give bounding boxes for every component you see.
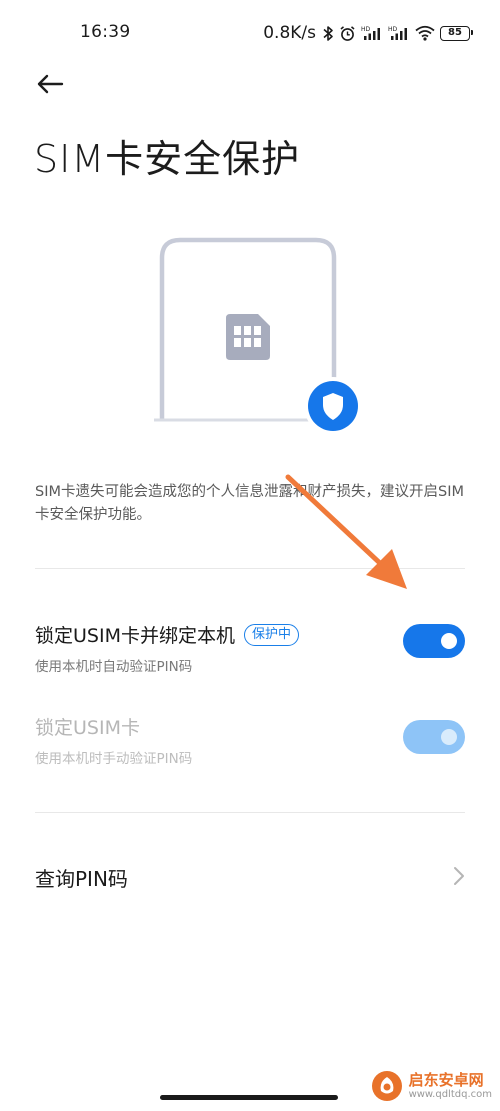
svg-text:HD: HD <box>388 26 398 33</box>
setting-title: 锁定USIM卡并绑定本机 保护中 <box>35 621 299 648</box>
setting-title: 锁定USIM卡 <box>35 713 140 740</box>
bluetooth-icon <box>323 25 334 42</box>
svg-text:HD: HD <box>361 26 371 33</box>
setting-subtitle: 使用本机时自动验证PIN码 <box>35 659 193 675</box>
query-pin-row[interactable]: 查询PIN码 <box>35 848 465 904</box>
toggle-knob <box>441 729 457 745</box>
shield-icon <box>304 377 362 435</box>
sim-card-icon <box>226 314 270 360</box>
status-icons: 0.8K/s HD HD 85 <box>263 21 473 45</box>
signal-hd-icon: HD <box>361 25 383 41</box>
sim-security-screen: 16:39 0.8K/s HD HD 85 SIM卡安全保护 SIM卡遗失可能会… <box>0 0 500 1111</box>
chevron-right-icon <box>453 866 465 890</box>
status-time: 16:39 <box>80 22 131 42</box>
toggle-knob <box>441 633 457 649</box>
watermark-logo-icon <box>371 1071 402 1101</box>
watermark-text: 启东安卓网 www.qdltdq.com <box>408 1070 492 1101</box>
page-title: SIM卡安全保护 <box>34 137 301 181</box>
description-text: SIM卡遗失可能会造成您的个人信息泄露和财产损失，建议开启SIM卡安全保护功能。 <box>35 484 464 523</box>
lock-usim-toggle[interactable] <box>403 720 465 754</box>
watermark-name: 启东安卓网 <box>408 1070 484 1089</box>
query-pin-label: 查询PIN码 <box>35 867 128 891</box>
setting-title-text: 锁定USIM卡并绑定本机 <box>35 625 235 647</box>
status-bar: 16:39 0.8K/s HD HD 85 <box>0 0 500 66</box>
home-indicator[interactable] <box>160 1095 338 1100</box>
back-button[interactable] <box>28 66 72 106</box>
watermark: 启东安卓网 www.qdltdq.com <box>371 1069 492 1103</box>
back-arrow-icon <box>36 74 64 98</box>
watermark-url: www.qdltdq.com <box>408 1088 492 1100</box>
lock-bind-toggle[interactable] <box>403 624 465 658</box>
alarm-icon <box>339 25 356 42</box>
setting-lock-usim: 锁定USIM卡 使用本机时手动验证PIN码 <box>35 713 465 777</box>
sim-illustration <box>130 230 390 450</box>
signal-hd-icon: HD <box>388 25 410 41</box>
status-badge: 保护中 <box>243 623 299 646</box>
divider <box>35 568 465 569</box>
divider <box>35 812 465 813</box>
battery-icon: 85 <box>440 25 473 41</box>
network-speed: 0.8K/s <box>263 23 316 43</box>
wifi-icon <box>415 25 435 41</box>
setting-title-text: 锁定USIM卡 <box>35 717 140 739</box>
setting-subtitle: 使用本机时手动验证PIN码 <box>35 751 193 767</box>
setting-lock-bind-device: 锁定USIM卡并绑定本机 保护中 使用本机时自动验证PIN码 <box>35 621 465 685</box>
